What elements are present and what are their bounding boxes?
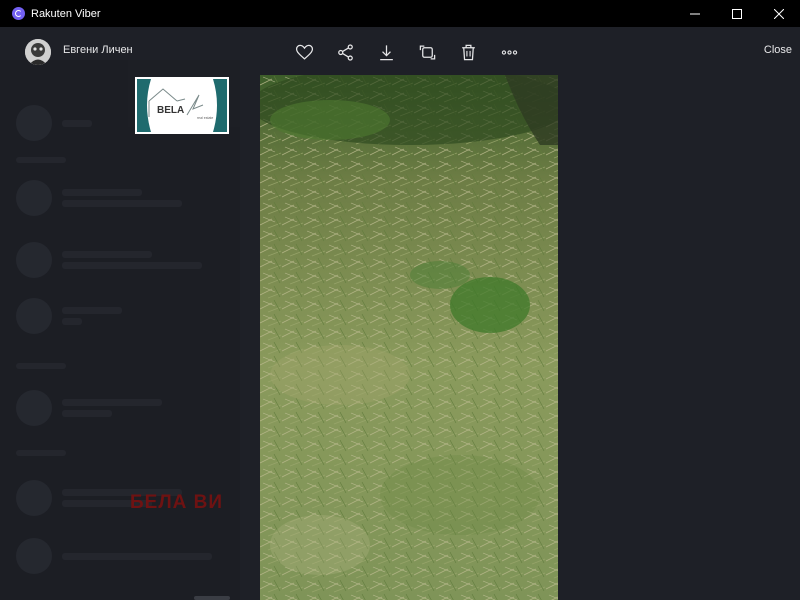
sender-name[interactable]: Евгени Личен bbox=[63, 44, 133, 56]
heart-icon bbox=[295, 44, 313, 60]
avatar bbox=[16, 105, 52, 141]
minimize-icon bbox=[690, 13, 700, 14]
window-close-button[interactable] bbox=[758, 0, 800, 27]
avatar bbox=[16, 242, 52, 278]
list-item bbox=[16, 180, 216, 216]
maximize-icon bbox=[732, 8, 742, 19]
avatar-image bbox=[25, 39, 51, 65]
logo-text: BELA bbox=[157, 105, 184, 116]
media-viewer-toolbar: Евгени Личен Close bbox=[0, 27, 800, 75]
avatar bbox=[16, 298, 52, 334]
avatar bbox=[16, 180, 52, 216]
section-label bbox=[16, 363, 66, 369]
download-button[interactable] bbox=[375, 41, 397, 63]
share-icon bbox=[337, 43, 353, 61]
section-label bbox=[16, 157, 66, 163]
more-button[interactable] bbox=[498, 41, 520, 63]
media-photo[interactable] bbox=[260, 75, 558, 600]
avatar bbox=[16, 390, 52, 426]
background-chat-list bbox=[0, 60, 240, 600]
avatar bbox=[16, 480, 52, 516]
viewer-actions bbox=[293, 41, 520, 63]
title-bar: Rakuten Viber bbox=[0, 0, 800, 27]
watermark-text: БЕЛА ВИ bbox=[130, 492, 224, 513]
close-viewer-button[interactable]: Close bbox=[764, 44, 792, 56]
trash-icon bbox=[461, 44, 475, 60]
forward-icon bbox=[419, 45, 435, 59]
bela-logo: BELA real estate bbox=[135, 77, 229, 134]
list-item bbox=[16, 242, 216, 278]
delete-button[interactable] bbox=[457, 41, 479, 63]
logo-subtext: real estate bbox=[197, 116, 213, 120]
close-icon bbox=[774, 8, 784, 19]
like-button[interactable] bbox=[293, 41, 315, 63]
download-icon bbox=[379, 44, 393, 60]
share-button[interactable] bbox=[334, 41, 356, 63]
section-label bbox=[16, 450, 66, 456]
minimize-button[interactable] bbox=[674, 0, 716, 27]
bela-logo-graphic: BELA real estate bbox=[137, 79, 227, 132]
grass-photo-image bbox=[260, 75, 558, 600]
window-controls bbox=[674, 0, 800, 27]
list-item bbox=[16, 538, 216, 574]
viber-logo-icon bbox=[12, 7, 25, 20]
sender-avatar[interactable] bbox=[25, 39, 51, 65]
maximize-button[interactable] bbox=[716, 0, 758, 27]
list-item bbox=[16, 298, 216, 334]
scrollbar-thumb[interactable] bbox=[194, 596, 230, 600]
more-icon bbox=[501, 49, 517, 55]
window-title: Rakuten Viber bbox=[31, 7, 101, 20]
forward-button[interactable] bbox=[416, 41, 438, 63]
list-item bbox=[16, 390, 216, 426]
avatar bbox=[16, 538, 52, 574]
